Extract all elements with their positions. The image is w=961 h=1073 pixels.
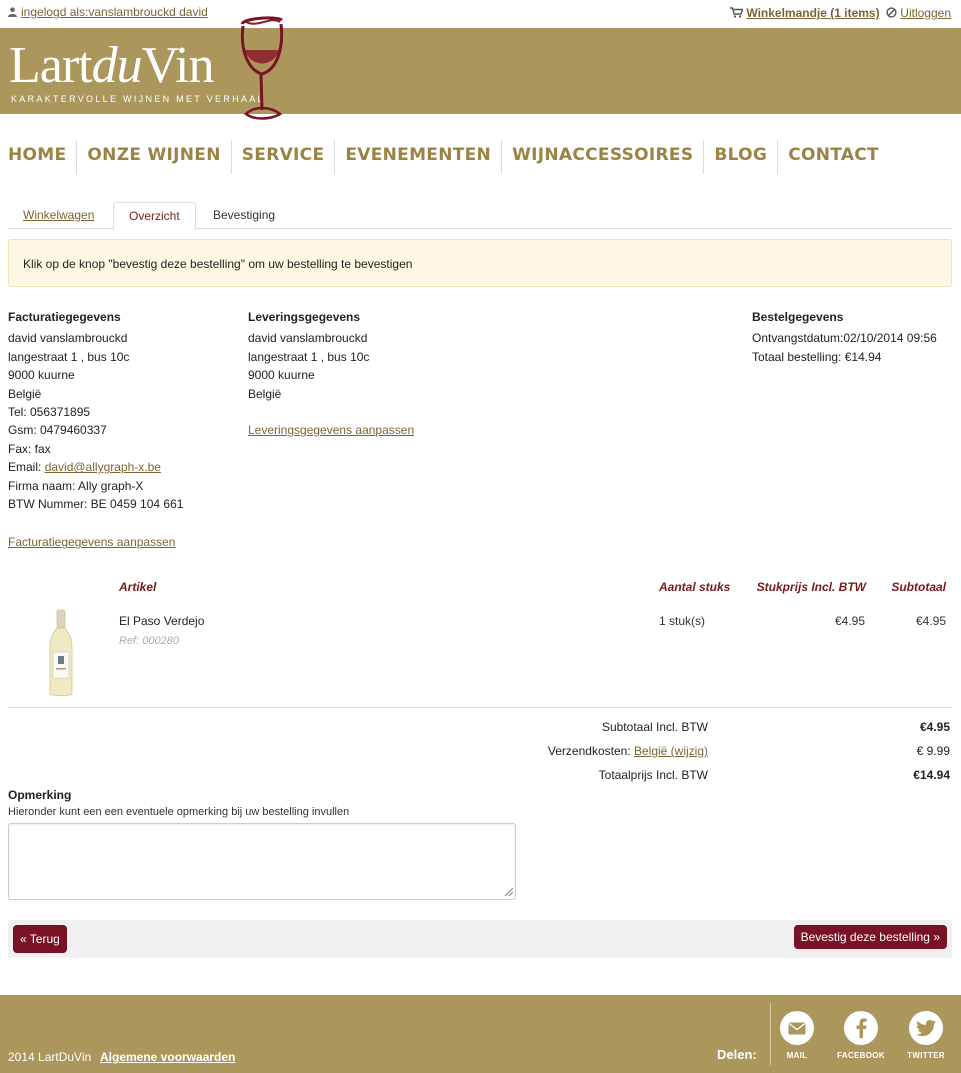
- nav-onze-wijnen[interactable]: ONZE WIJNEN: [77, 140, 232, 174]
- site-logo[interactable]: LartduVin: [9, 38, 214, 94]
- resize-grip-icon[interactable]: [503, 886, 514, 897]
- nav-evenementen[interactable]: EVENEMENTEN: [335, 140, 503, 174]
- product-qty: 1 stuk(s): [659, 614, 706, 628]
- total-label: Totaalprijs Incl. BTW: [598, 768, 708, 782]
- checkout-steps: Winkelwagen Overzicht Bevestiging: [8, 202, 952, 230]
- shipping-label: Verzendkosten:: [547, 744, 634, 758]
- back-button[interactable]: « Terug: [13, 925, 67, 953]
- tab-overzicht[interactable]: Overzicht: [113, 202, 196, 230]
- site-footer: 2014 LartDuVin Algemene voorwaarden Dele…: [0, 995, 961, 1073]
- nav-wijnaccessoires[interactable]: WIJNACCESSOIRES: [502, 140, 705, 174]
- share-facebook[interactable]: FACEBOOK: [831, 1011, 891, 1060]
- confirm-notice: Klik op de knop "bevestig deze bestellin…: [8, 239, 952, 287]
- order-details: Bestelgegevens Ontvangstdatum:02/10/2014…: [752, 308, 952, 366]
- delivery-title: Leveringsgegevens: [248, 310, 361, 324]
- delivery-city: 9000 kuurne: [248, 368, 315, 383]
- billing-gsm: Gsm: 0479460337: [8, 423, 107, 438]
- wine-glass-logo-icon: [240, 16, 284, 120]
- remark-title: Opmerking: [8, 788, 72, 802]
- copyright: 2014 LartDuVin: [8, 1050, 92, 1064]
- main-nav: HOME ONZE WIJNEN SERVICE EVENEMENTEN WIJ…: [0, 140, 889, 174]
- billing-street: langestraat 1 , bus 10c: [8, 349, 130, 364]
- nav-blog[interactable]: BLOG: [704, 140, 779, 174]
- confirm-order-button[interactable]: Bevestig deze bestelling »: [793, 925, 947, 949]
- action-bar: « Terug Bevestig deze bestelling »: [8, 920, 952, 958]
- logout-icon: [886, 7, 897, 18]
- billing-city: 9000 kuurne: [8, 368, 75, 383]
- site-tagline: KARAKTERVOLLE WIJNEN MET VERHAAL: [11, 94, 265, 104]
- terms-link[interactable]: Algemene voorwaarden: [100, 1050, 235, 1064]
- delivery-country: België: [248, 386, 282, 401]
- col-header-article: Artikel: [119, 580, 157, 594]
- product-unit-price: €4.95: [834, 614, 865, 628]
- site-header: LartduVin KARAKTERVOLLE WIJNEN MET VERHA…: [0, 28, 961, 114]
- share-mail[interactable]: MAIL: [767, 1011, 827, 1060]
- billing-fax: Fax: fax: [8, 441, 51, 456]
- billing-title: Facturatiegegevens: [8, 310, 121, 324]
- shipping-change-link[interactable]: België (wijzig): [634, 744, 708, 758]
- wine-bottle-image[interactable]: [46, 608, 76, 698]
- edit-delivery-link[interactable]: Leveringsgegevens aanpassen: [248, 421, 548, 439]
- product-name: El Paso Verdejo: [119, 614, 205, 628]
- order-total: Totaal bestelling: €14.94: [752, 349, 882, 364]
- order-received: Ontvangstdatum:02/10/2014 09:56: [752, 331, 937, 346]
- share-twitter[interactable]: TWITTER: [896, 1011, 956, 1060]
- edit-billing-link[interactable]: Facturatiegegevens aanpassen: [8, 533, 238, 551]
- nav-contact[interactable]: CONTACT: [778, 140, 889, 174]
- remark-textarea[interactable]: [8, 823, 516, 900]
- tab-bevestiging: Bevestiging: [213, 208, 276, 222]
- share-facebook-label: FACEBOOK: [837, 1051, 885, 1060]
- billing-email-row: Email: david@allygraph-x.be: [8, 458, 238, 476]
- shipping-row: Verzendkosten: België (wijzig): [548, 744, 708, 758]
- logo-part-2: du: [91, 37, 143, 94]
- login-text: ingelogd als:vanslambrouckd david: [21, 5, 208, 19]
- billing-country: België: [8, 386, 42, 401]
- facebook-icon: [844, 1011, 878, 1045]
- logo-part-3: Vin: [141, 37, 215, 94]
- col-header-subtotal: Subtotaal: [891, 580, 946, 594]
- total-value: €14.94: [913, 768, 950, 782]
- billing-email-link[interactable]: david@allygraph-x.be: [45, 460, 161, 474]
- billing-vat: BTW Nummer: BE 0459 104 661: [8, 497, 184, 512]
- twitter-icon: [909, 1011, 943, 1045]
- subtotal-label: Subtotaal Incl. BTW: [601, 720, 708, 734]
- share-twitter-label: TWITTER: [907, 1051, 945, 1060]
- billing-name: david vanslambrouckd: [8, 331, 128, 346]
- delivery-street: langestraat 1 , bus 10c: [248, 349, 370, 364]
- product-ref: Ref: 000280: [119, 635, 179, 647]
- delivery-details: Leveringsgegevens david vanslambrouckd l…: [248, 308, 548, 439]
- delivery-name: david vanslambrouckd: [248, 331, 368, 346]
- logged-in-user-link[interactable]: ingelogd als:vanslambrouckd david: [8, 5, 208, 19]
- billing-email-label: Email:: [8, 460, 45, 475]
- billing-company: Firma naam: Ally graph-X: [8, 478, 144, 493]
- nav-service[interactable]: SERVICE: [232, 140, 336, 174]
- logo-part-1: Lart: [9, 37, 93, 94]
- share-mail-label: MAIL: [786, 1051, 808, 1060]
- shipping-value: € 9.99: [916, 744, 950, 758]
- billing-tel: Tel: 056371895: [8, 405, 91, 420]
- user-icon: [8, 7, 17, 17]
- table-divider: [8, 707, 952, 708]
- product-subtotal: €4.95: [915, 614, 946, 628]
- topbar-right: Winkelmandje (1 items) Uitloggen: [730, 5, 951, 20]
- billing-details: Facturatiegegevens david vanslambrouckd …: [8, 308, 238, 552]
- col-header-qty: Aantal stuks: [659, 580, 731, 594]
- order-title: Bestelgegevens: [752, 310, 844, 324]
- top-bar: ingelogd als:vanslambrouckd david Winkel…: [0, 0, 961, 26]
- subtotal-value: €4.95: [919, 720, 950, 734]
- logout-link[interactable]: Uitloggen: [900, 6, 951, 20]
- tab-winkelwagen[interactable]: Winkelwagen: [8, 202, 109, 229]
- share-label: Delen:: [717, 1047, 757, 1062]
- cart-icon: [730, 7, 744, 18]
- nav-home[interactable]: HOME: [0, 140, 78, 174]
- mail-icon: [780, 1011, 814, 1045]
- cart-link[interactable]: Winkelmandje (1 items): [746, 6, 879, 20]
- col-header-unit-price: Stukprijs Incl. BTW: [756, 580, 866, 594]
- remark-help: Hieronder kunt een een eventuele opmerki…: [8, 806, 350, 818]
